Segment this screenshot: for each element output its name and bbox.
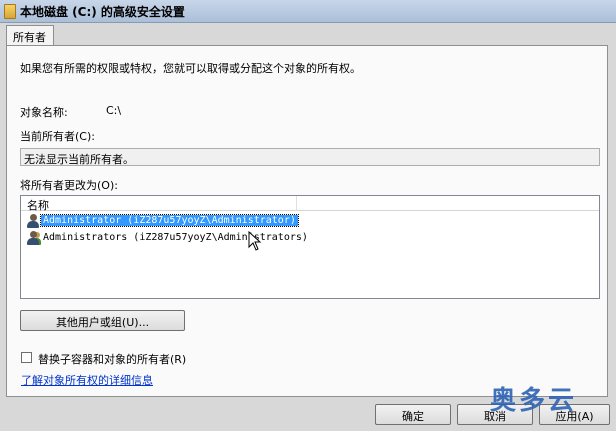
list-item[interactable]: Administrators (iZ287u57yoyZ\Administrat… (24, 230, 584, 247)
column-header-label: 名称 (27, 199, 49, 212)
change-owner-label: 将所有者更改为(O): (20, 179, 118, 192)
list-item[interactable]: Administrator (iZ287u57yoyZ\Administrato… (24, 213, 584, 230)
folder-icon (4, 4, 16, 19)
object-name-label: 对象名称: (20, 106, 68, 119)
user-icon (26, 214, 40, 229)
owner-panel: 如果您有所需的权限或特权，您就可以取得或分配这个对象的所有权。 对象名称: C:… (6, 45, 608, 397)
replace-owner-label: 替换子容器和对象的所有者(R) (38, 353, 187, 366)
title-bar[interactable]: 本地磁盘 (C:) 的高级安全设置 (0, 0, 616, 23)
current-owner-label: 当前所有者(C): (20, 130, 95, 143)
intro-text: 如果您有所需的权限或特权，您就可以取得或分配这个对象的所有权。 (20, 62, 361, 75)
group-icon (26, 231, 41, 246)
learn-more-link[interactable]: 了解对象所有权的详细信息 (21, 372, 153, 388)
list-item-label: Administrator (iZ287u57yoyZ\Administrato… (40, 214, 299, 227)
list-item-label: Administrators (iZ287u57yoyZ\Administrat… (43, 232, 308, 243)
window-title: 本地磁盘 (C:) 的高级安全设置 (20, 5, 185, 19)
tab-owner[interactable]: 所有者 (6, 25, 54, 45)
replace-owner-checkbox[interactable] (21, 352, 32, 363)
object-name-value: C:\ (106, 104, 122, 117)
column-separator (296, 196, 297, 210)
watermark-text: 奥多云 (490, 386, 578, 416)
current-owner-field: 无法显示当前所有者。 (20, 148, 600, 166)
mouse-cursor-icon (248, 231, 262, 251)
column-header-name[interactable]: 名称 (21, 196, 599, 212)
owner-list[interactable]: 名称 Administrator (iZ287u57yoyZ\Administr… (20, 195, 600, 299)
tab-strip: 所有者 (0, 22, 616, 46)
ok-button[interactable]: 确定 (375, 404, 451, 425)
other-users-button[interactable]: 其他用户或组(U)... (20, 310, 185, 331)
